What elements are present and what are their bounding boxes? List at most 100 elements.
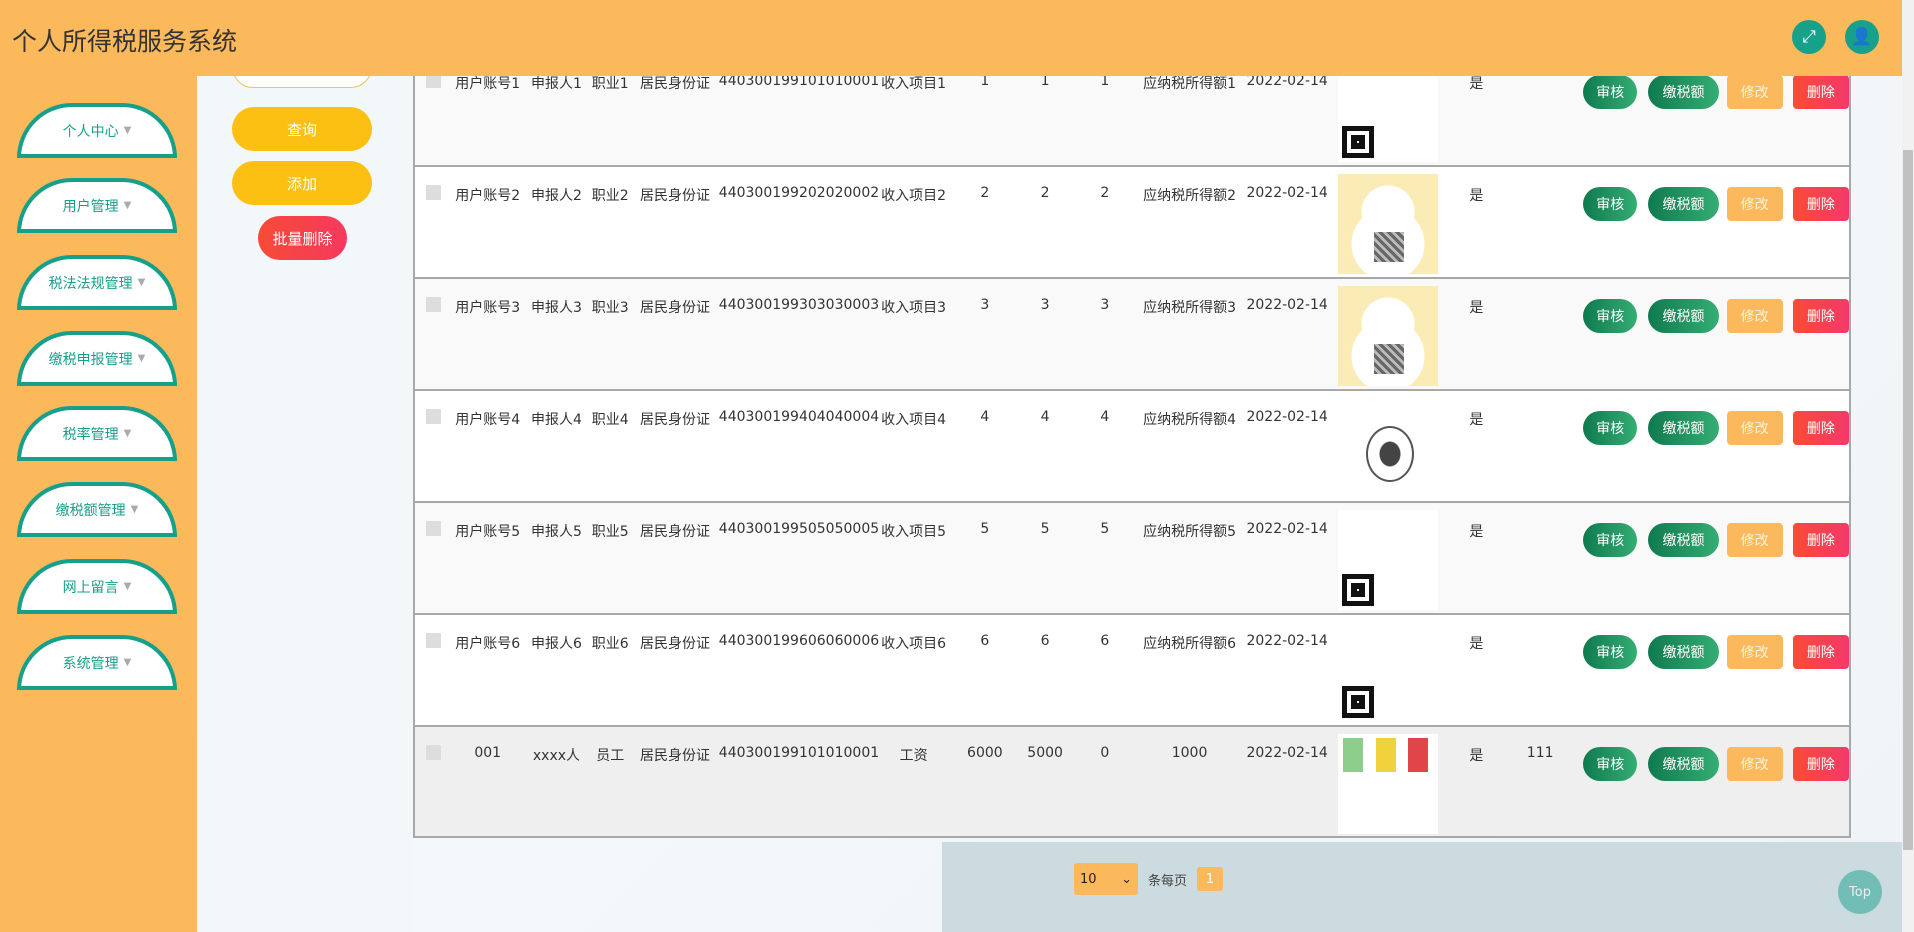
review-button[interactable]: 审核: [1583, 523, 1638, 557]
page-button[interactable]: 1: [1197, 867, 1224, 891]
cell-id-no: 440300199505050005: [718, 521, 880, 537]
sidebar-item[interactable]: 缴税额管理 ▼: [17, 482, 177, 537]
row-checkbox[interactable]: [425, 185, 441, 200]
cell-income-item: 工资: [899, 748, 928, 764]
caret-down-icon: ▼: [123, 200, 132, 211]
cell-job: 员工: [596, 748, 625, 764]
per-page-label: 条每页: [1148, 873, 1188, 889]
qr-code-image: [1337, 622, 1438, 722]
edit-button[interactable]: 修改: [1726, 75, 1783, 109]
header: 个人所得税服务系统 ⤢ 👤: [0, 0, 1902, 76]
cell-date: 2022-02-14: [1246, 521, 1328, 537]
review-button[interactable]: 审核: [1583, 299, 1638, 333]
edit-button[interactable]: 修改: [1726, 299, 1783, 333]
edit-button[interactable]: 修改: [1726, 523, 1783, 557]
review-button[interactable]: 审核: [1583, 187, 1638, 221]
cell-note: [1507, 615, 1573, 725]
cell-date: 2022-02-14: [1246, 633, 1328, 649]
tax-amount-button[interactable]: 缴税额: [1648, 635, 1719, 669]
row-checkbox[interactable]: [425, 297, 441, 312]
cell-flag: 是: [1469, 524, 1484, 540]
sidebar-item[interactable]: 系统管理 ▼: [17, 635, 177, 690]
cell-c: 4: [1100, 409, 1110, 425]
caret-down-icon: ▼: [137, 277, 146, 288]
sidebar-item[interactable]: 用户管理 ▼: [17, 178, 177, 233]
tax-amount-button[interactable]: 缴税额: [1648, 187, 1719, 221]
cell-date: 2022-02-14: [1246, 185, 1328, 201]
cell-a: 6: [980, 633, 990, 649]
tax-amount-button[interactable]: 缴税额: [1648, 75, 1719, 109]
cell-due: 应纳税所得额3: [1143, 300, 1236, 316]
delete-button[interactable]: 删除: [1792, 635, 1849, 669]
user-icon[interactable]: 👤: [1845, 20, 1879, 54]
cell-flag: 是: [1469, 636, 1484, 652]
delete-button[interactable]: 删除: [1792, 299, 1849, 333]
tax-amount-button[interactable]: 缴税额: [1648, 523, 1719, 557]
tax-amount-button[interactable]: 缴税额: [1648, 411, 1719, 445]
page-size-select[interactable]: 10 ⌄: [1074, 863, 1138, 895]
review-button[interactable]: 审核: [1583, 747, 1638, 781]
delete-button[interactable]: 删除: [1792, 187, 1849, 221]
caret-down-icon: ▼: [130, 504, 139, 515]
cell-date: 2022-02-14: [1246, 409, 1328, 425]
review-button[interactable]: 审核: [1583, 75, 1638, 109]
delete-button[interactable]: 删除: [1792, 747, 1849, 781]
back-to-top-button[interactable]: Top: [1838, 870, 1882, 914]
delete-button[interactable]: 删除: [1792, 75, 1849, 109]
cell-a: 3: [980, 297, 990, 313]
cell-a: 2: [980, 185, 990, 201]
tax-amount-button[interactable]: 缴税额: [1648, 747, 1719, 781]
add-button[interactable]: 添加: [232, 161, 372, 205]
scrollbar[interactable]: [1902, 0, 1914, 932]
review-button[interactable]: 审核: [1583, 635, 1638, 669]
edit-button[interactable]: 修改: [1726, 747, 1783, 781]
cell-note: [1507, 279, 1573, 389]
pagination: 10 ⌄ 条每页 1: [1074, 863, 1224, 895]
cell-c: 3: [1100, 297, 1110, 313]
table-row: 用户账号3 申报人3 职业3 居民身份证 440300199303030003 收入项目3…: [415, 277, 1849, 389]
row-checkbox[interactable]: [425, 633, 441, 648]
caret-down-icon: ▼: [123, 581, 132, 592]
row-checkbox[interactable]: [425, 409, 441, 424]
cell-id-type: 居民身份证: [639, 524, 710, 540]
batch-delete-button[interactable]: 批量删除: [258, 216, 347, 260]
cell-job: 职业6: [591, 636, 629, 652]
search-panel: 查询 添加 批量删除: [198, 46, 413, 932]
delete-button[interactable]: 删除: [1792, 411, 1849, 445]
page-size-value: 10: [1080, 871, 1097, 887]
sidebar-item[interactable]: 税率管理 ▼: [17, 406, 177, 461]
fullscreen-icon[interactable]: ⤢: [1792, 20, 1826, 54]
row-checkbox[interactable]: [425, 745, 441, 760]
row-checkbox[interactable]: [425, 521, 441, 536]
app-title: 个人所得税服务系统: [12, 27, 238, 56]
caret-down-icon: ▼: [137, 353, 146, 364]
table-row: 用户账号6 申报人6 职业6 居民身份证 440300199606060006 收入项目6…: [415, 613, 1849, 725]
chevron-down-icon: ⌄: [1121, 871, 1132, 887]
scrollbar-thumb[interactable]: [1903, 150, 1913, 850]
cell-date: 2022-02-14: [1246, 745, 1328, 761]
cell-b: 3: [1040, 297, 1050, 313]
cell-account: 用户账号3: [455, 300, 521, 316]
cell-c: 0: [1100, 745, 1110, 761]
cell-id-type: 居民身份证: [639, 412, 710, 428]
sidebar-item[interactable]: 网上留言 ▼: [17, 559, 177, 614]
caret-down-icon: ▼: [123, 428, 132, 439]
cell-due: 应纳税所得额6: [1143, 636, 1236, 652]
tax-amount-button[interactable]: 缴税额: [1648, 299, 1719, 333]
edit-button[interactable]: 修改: [1726, 411, 1783, 445]
sidebar-item[interactable]: 个人中心 ▼: [17, 103, 177, 158]
delete-button[interactable]: 删除: [1792, 523, 1849, 557]
cell-income-item: 收入项目3: [881, 300, 947, 316]
edit-button[interactable]: 修改: [1726, 635, 1783, 669]
sidebar-item[interactable]: 税法法规管理 ▼: [17, 255, 177, 310]
cell-id-no: 440300199606060006: [718, 633, 880, 649]
table-row: 用户账号4 申报人4 职业4 居民身份证 440300199404040004 收入项目4…: [415, 389, 1849, 501]
cell-income-item: 收入项目5: [881, 524, 947, 540]
review-button[interactable]: 审核: [1583, 411, 1638, 445]
query-button[interactable]: 查询: [232, 107, 372, 151]
edit-button[interactable]: 修改: [1726, 187, 1783, 221]
cell-b: 5: [1040, 521, 1050, 537]
cell-note: [1507, 167, 1573, 277]
sidebar-item[interactable]: 缴税申报管理 ▼: [17, 331, 177, 386]
cell-b: 5000: [1027, 745, 1063, 761]
